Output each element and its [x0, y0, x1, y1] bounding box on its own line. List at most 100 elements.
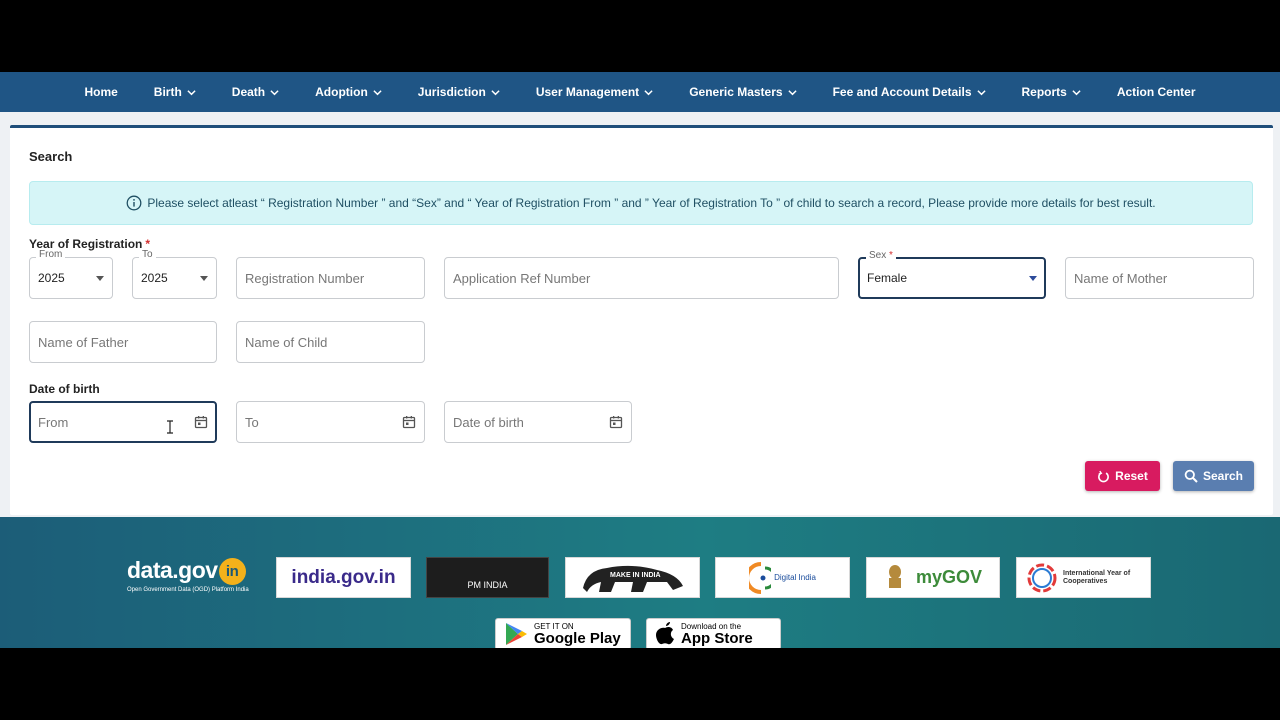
year-to-label: To [139, 249, 156, 260]
dob-to-field[interactable] [236, 401, 425, 443]
chevron-down-icon [644, 88, 653, 97]
digital-india-logo[interactable]: Digital India [715, 557, 850, 598]
child-name-input[interactable] [245, 334, 416, 350]
app-store-big: App Store [681, 629, 753, 647]
chevron-down-icon [187, 88, 196, 97]
search-icon [1184, 469, 1198, 483]
datagov-in: in [218, 558, 246, 586]
google-play-icon [506, 623, 527, 645]
cooperatives-text: International Year of Cooperatives [1063, 569, 1131, 585]
card-title: Search [29, 149, 73, 164]
nav-user-management-label: User Management [535, 85, 640, 99]
nav-death[interactable]: Death [214, 72, 297, 112]
chevron-down-icon [787, 88, 797, 97]
make-in-india-text: MAKE IN INDIA [610, 572, 661, 579]
dropdown-caret-icon [200, 275, 208, 281]
text-cursor-icon [167, 420, 173, 434]
registration-number-field[interactable] [236, 257, 425, 299]
google-play-badge[interactable]: GET IT ON Google Play [495, 618, 631, 648]
nav-user-management[interactable]: User Management [518, 72, 671, 112]
nav-reports[interactable]: Reports [1004, 72, 1099, 112]
dropdown-caret-icon [1029, 275, 1037, 281]
registration-number-input[interactable] [245, 270, 416, 286]
calendar-icon[interactable] [609, 415, 623, 429]
calendar-icon[interactable] [402, 415, 416, 429]
child-name-field[interactable] [236, 321, 425, 363]
chevron-down-icon [373, 88, 382, 97]
dob-field[interactable] [444, 401, 632, 443]
info-icon [126, 195, 142, 211]
nav-adoption[interactable]: Adoption [297, 72, 400, 112]
calendar-icon[interactable] [194, 415, 208, 429]
nav-generic-masters-label: Generic Masters [689, 85, 783, 99]
year-to-select[interactable]: To 2025 [132, 249, 217, 299]
nav-action-center-label: Action Center [1116, 85, 1196, 99]
dropdown-caret-icon [96, 275, 104, 281]
page: Home Birth Death Adoption Jurisdiction U… [0, 72, 1280, 648]
reset-button[interactable]: Reset [1085, 461, 1160, 491]
application-ref-field[interactable] [444, 257, 839, 299]
app-store-badge[interactable]: Download on the App Store [646, 618, 781, 648]
datagov-title: data.gov [127, 557, 218, 583]
main-nav: Home Birth Death Adoption Jurisdiction U… [0, 72, 1280, 112]
father-name-field[interactable] [29, 321, 217, 363]
nav-home-label: Home [84, 85, 118, 99]
sex-label: Sex * [866, 250, 896, 261]
dob-to-input[interactable] [245, 414, 375, 430]
digital-india-mark-icon [749, 561, 772, 594]
india-gov-logo[interactable]: india.gov.in [276, 557, 411, 598]
info-text: Please select atleast “ Registration Num… [147, 196, 1156, 210]
sex-select[interactable]: Sex * Female [858, 250, 1046, 299]
chevron-down-icon [1072, 88, 1081, 97]
dob-from-input[interactable] [38, 414, 158, 430]
mother-name-input[interactable] [1074, 270, 1245, 286]
sex-label-text: Sex [869, 250, 887, 261]
nav-jurisdiction[interactable]: Jurisdiction [400, 72, 518, 112]
nav-adoption-label: Adoption [315, 85, 368, 99]
nav-birth-label: Birth [153, 85, 182, 99]
digital-india-text: Digital India [774, 573, 816, 582]
search-card: Search Please select atleast “ Registrat… [10, 125, 1273, 515]
nav-home[interactable]: Home [66, 72, 135, 112]
nav-jurisdiction-label: Jurisdiction [417, 85, 486, 99]
emblem-icon [888, 564, 901, 588]
chevron-down-icon [491, 88, 500, 97]
year-from-select[interactable]: From 2025 [29, 249, 113, 299]
google-play-big: Google Play [534, 629, 621, 647]
pm-india-logo[interactable]: PM INDIA [426, 557, 549, 598]
search-button[interactable]: Search [1173, 461, 1254, 491]
dob-from-field[interactable] [29, 401, 217, 443]
mother-name-field[interactable] [1065, 257, 1254, 299]
pm-india-text: PM INDIA [467, 579, 508, 590]
nav-death-label: Death [231, 85, 266, 99]
info-alert: Please select atleast “ Registration Num… [29, 181, 1253, 225]
required-mark: * [889, 250, 893, 261]
footer: data.gov in Open Government Data (OGD) Pl… [0, 517, 1280, 648]
nav-action-center[interactable]: Action Center [1099, 72, 1214, 112]
nav-reports-label: Reports [1021, 85, 1067, 99]
nav-fee-account[interactable]: Fee and Account Details [815, 72, 1004, 112]
cooperatives-logo[interactable]: International Year of Cooperatives [1016, 557, 1151, 598]
year-from-label: From [36, 249, 66, 260]
cooperatives-emblem-icon [1027, 563, 1057, 592]
datagov-subtitle: Open Government Data (OGD) Platform Indi… [127, 587, 249, 594]
application-ref-input[interactable] [453, 270, 830, 286]
year-to-value: 2025 [141, 271, 168, 285]
father-name-input[interactable] [38, 334, 208, 350]
mygov-logo[interactable]: myGOV [866, 557, 1000, 598]
india-gov-text: india.gov.in [291, 566, 396, 588]
chevron-down-icon [270, 88, 279, 97]
mygov-text: myGOV [915, 567, 983, 587]
date-of-birth-label: Date of birth [29, 382, 100, 396]
datagov-logo[interactable]: data.gov in Open Government Data (OGD) Pl… [127, 557, 249, 593]
chevron-down-icon [976, 88, 986, 97]
apple-icon [656, 622, 674, 645]
sex-value: Female [867, 271, 908, 285]
dob-input[interactable] [453, 414, 583, 430]
make-in-india-logo[interactable]: MAKE IN INDIA [565, 557, 700, 598]
nav-generic-masters[interactable]: Generic Masters [671, 72, 814, 112]
year-from-value: 2025 [38, 271, 65, 285]
nav-fee-account-label: Fee and Account Details [832, 85, 972, 99]
search-label: Search [1202, 469, 1244, 483]
nav-birth[interactable]: Birth [136, 72, 214, 112]
